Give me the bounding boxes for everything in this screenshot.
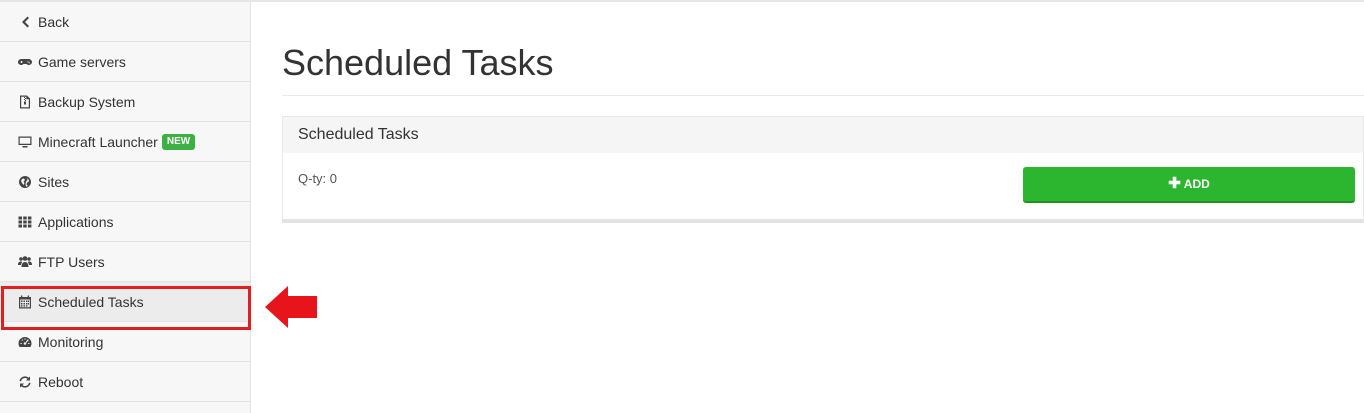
sidebar-item-label: Reboot xyxy=(38,373,84,390)
sidebar-item-applications[interactable]: Applications xyxy=(0,202,250,242)
sidebar-item-monitoring[interactable]: Monitoring xyxy=(0,322,250,362)
users-icon xyxy=(18,255,32,269)
sidebar-item-label: Back xyxy=(38,13,70,30)
sidebar: Back Game servers Backup System Minecraf… xyxy=(0,2,251,413)
grid-icon xyxy=(18,215,32,229)
arrow-left-icon xyxy=(265,286,317,328)
sidebar-item-label: Scheduled Tasks xyxy=(38,293,144,310)
sidebar-item-label: Game servers xyxy=(38,53,126,70)
dashboard-icon xyxy=(18,335,32,349)
sidebar-item-label: Applications xyxy=(38,213,114,230)
monitor-icon xyxy=(18,135,32,149)
add-button[interactable]: ✚ ADD xyxy=(1023,167,1355,203)
archive-file-icon xyxy=(18,95,32,109)
new-badge: NEW xyxy=(161,133,196,150)
sidebar-item-label: Backup System xyxy=(38,93,136,110)
sidebar-item-sites[interactable]: Sites xyxy=(0,162,250,202)
sidebar-item-ftp-users[interactable]: FTP Users xyxy=(0,242,250,282)
main-content: Scheduled Tasks Scheduled Tasks Q-ty: 0 … xyxy=(282,2,1364,223)
sidebar-item-label: FTP Users xyxy=(38,253,105,270)
add-button-label: ADD xyxy=(1183,177,1210,191)
page-title: Scheduled Tasks xyxy=(282,42,554,83)
refresh-icon xyxy=(18,375,32,389)
sidebar-item-label: Sites xyxy=(38,173,70,190)
globe-icon xyxy=(18,175,32,189)
gamepad-icon xyxy=(18,55,32,69)
sidebar-item-label: Minecraft Launcher xyxy=(38,133,158,150)
sidebar-item-backup-system[interactable]: Backup System xyxy=(0,82,250,122)
sidebar-item-label: Monitoring xyxy=(38,333,104,350)
calendar-icon xyxy=(18,295,32,309)
sidebar-item-minecraft-launcher[interactable]: Minecraft Launcher NEW xyxy=(0,122,250,162)
title-divider xyxy=(282,95,1364,96)
sidebar-item-game-servers[interactable]: Game servers xyxy=(0,42,250,82)
quantity-count: Q-ty: 0 xyxy=(298,171,338,186)
chevron-left-icon xyxy=(18,15,32,29)
plus-icon: ✚ xyxy=(1168,175,1181,192)
panel-heading: Scheduled Tasks xyxy=(283,117,1363,153)
sidebar-item-scheduled-tasks[interactable]: Scheduled Tasks xyxy=(0,282,250,322)
scheduled-tasks-panel: Scheduled Tasks Q-ty: 0 ✚ ADD xyxy=(282,116,1364,223)
panel-body: Q-ty: 0 ✚ ADD xyxy=(283,153,1363,219)
sidebar-item-reboot[interactable]: Reboot xyxy=(0,362,250,402)
sidebar-item-back[interactable]: Back xyxy=(0,2,250,42)
